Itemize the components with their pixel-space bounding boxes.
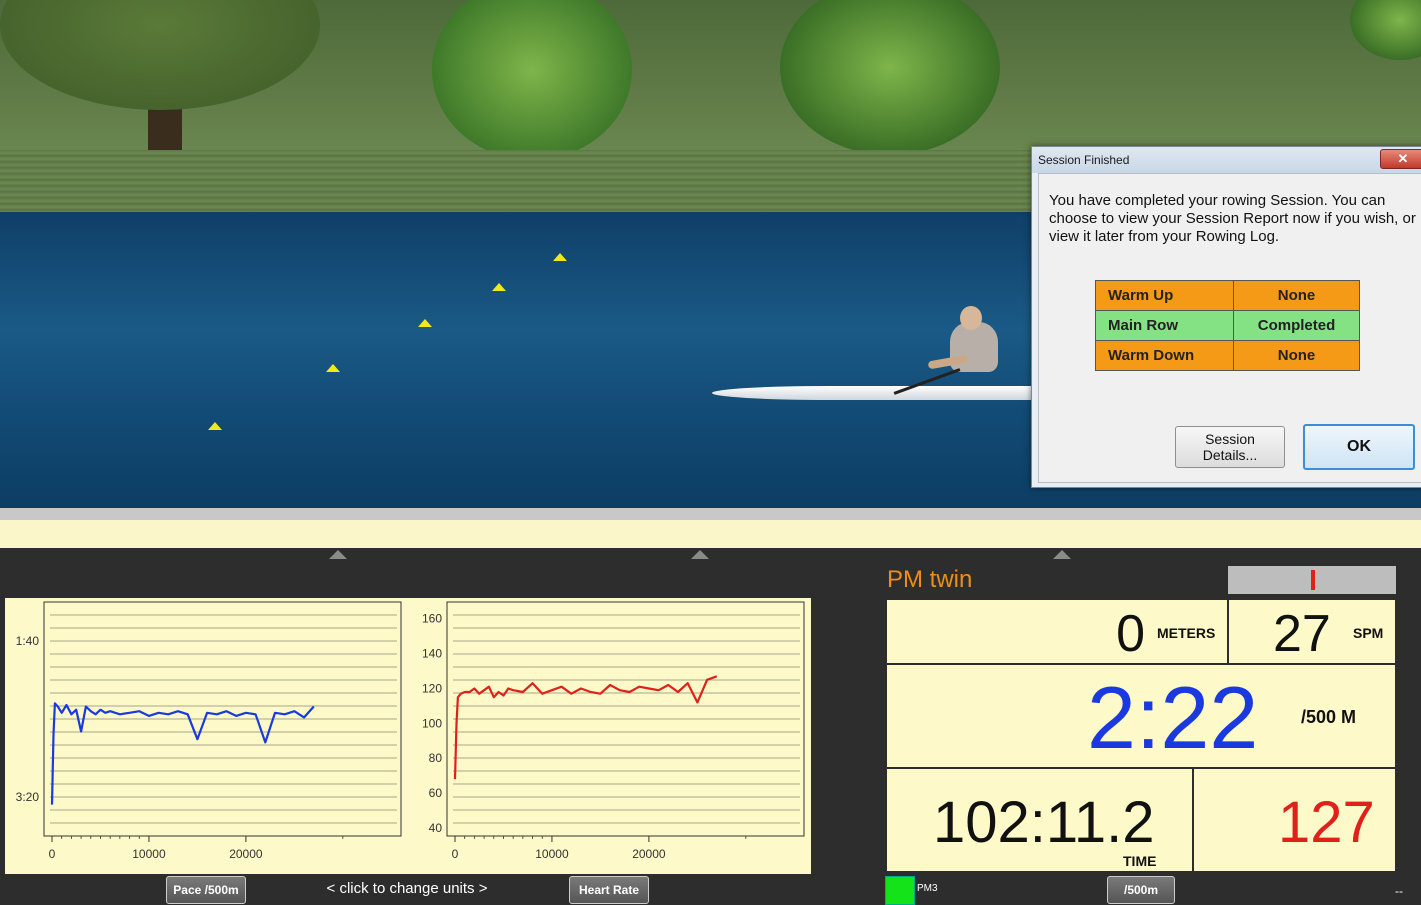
- x-tick-label: 0: [49, 847, 56, 861]
- collapse-arrow-icon[interactable]: [691, 550, 709, 559]
- phase-name: Warm Down: [1095, 340, 1234, 371]
- graphs-svg: 1:40 3:20 0 10000 20000 160 140 120 100 80 60 40 0 10…: [16, 601, 805, 861]
- buoy-marker: [492, 283, 506, 291]
- heart-rate-value: 127: [1278, 790, 1375, 855]
- y-tick-label: 3:20: [16, 790, 40, 804]
- phase-name: Main Row: [1095, 310, 1234, 341]
- phase-status: None: [1233, 340, 1360, 371]
- session-status-table: Warm Up None Main Row Completed Warm Dow…: [1095, 280, 1360, 371]
- collapse-arrow-icon[interactable]: [329, 550, 347, 559]
- y-tick-label: 140: [422, 647, 442, 661]
- close-button[interactable]: ✕: [1380, 149, 1421, 169]
- dialog-body: You have completed your rowing Session. …: [1038, 173, 1421, 483]
- y-tick-label: 100: [422, 716, 442, 730]
- pace-value: 2:22: [1087, 668, 1259, 767]
- phase-status: Completed: [1233, 310, 1360, 341]
- status-row-warm-up: Warm Up None: [1095, 280, 1360, 311]
- x-tick-label: 20000: [229, 847, 263, 861]
- x-tick-label: 20000: [632, 847, 666, 861]
- progress-strip: [0, 520, 1421, 548]
- buoy-marker: [326, 364, 340, 372]
- x-tick-label: 10000: [132, 847, 166, 861]
- dialog-titlebar: Session Finished ✕: [1032, 147, 1421, 173]
- y-tick-label: 120: [422, 681, 442, 695]
- x-tick-label: 10000: [535, 847, 569, 861]
- x-tick-label: 0: [452, 847, 459, 861]
- dialog-message: You have completed your rowing Session. …: [1049, 192, 1416, 245]
- view-divider: [0, 508, 1421, 520]
- status-row-warm-down: Warm Down None: [1095, 340, 1360, 371]
- time-value: 102:11.2: [933, 790, 1155, 855]
- stroke-indicator-marker: [1311, 570, 1315, 590]
- meters-unit: METERS: [1157, 625, 1216, 641]
- buoy-marker: [418, 319, 432, 327]
- collapse-arrow-icon[interactable]: [1053, 550, 1071, 559]
- rower-head: [960, 306, 982, 330]
- y-tick-label: 40: [429, 821, 443, 835]
- graph-area: 1:40 3:20 0 10000 20000 160 140 120 100 80 60 40 0 10…: [5, 598, 811, 874]
- spm-value: 27: [1273, 605, 1331, 663]
- dialog-title: Session Finished: [1038, 153, 1130, 167]
- y-tick-label: 60: [429, 786, 443, 800]
- rowing-boat: [712, 386, 1042, 400]
- meters-cell: 0 METERS: [885, 598, 1229, 665]
- spm-cell: 27 SPM: [1227, 598, 1397, 665]
- ok-button[interactable]: OK: [1303, 424, 1415, 470]
- y-tick-label: 1:40: [16, 634, 40, 648]
- change-units-hint[interactable]: < click to change units >: [300, 880, 514, 897]
- session-details-button[interactable]: Session Details...: [1175, 426, 1285, 468]
- phase-name: Warm Up: [1095, 280, 1234, 311]
- session-finished-dialog: Session Finished ✕ You have completed yo…: [1031, 146, 1421, 488]
- pace-cell: 2:22 /500 M: [885, 663, 1397, 769]
- y-tick-label: 160: [422, 612, 442, 626]
- buoy-marker: [553, 253, 567, 261]
- pm-units-button[interactable]: /500m: [1107, 876, 1175, 904]
- pm3-label: PM3: [917, 883, 938, 894]
- connection-status-led: [885, 876, 915, 905]
- pm-title: PM twin: [887, 566, 973, 593]
- corner-indicator: --: [1395, 884, 1403, 898]
- pace-unit: /500 M: [1301, 707, 1357, 727]
- heart-rate-cell: 127: [1192, 767, 1397, 873]
- phase-status: None: [1233, 280, 1360, 311]
- spm-unit: SPM: [1353, 625, 1384, 641]
- buoy-marker: [208, 422, 222, 430]
- time-unit: TIME: [1123, 853, 1157, 869]
- y-tick-label: 80: [429, 751, 443, 765]
- status-row-main-row: Main Row Completed: [1095, 310, 1360, 341]
- heart-rate-button[interactable]: Heart Rate: [569, 876, 649, 904]
- session-details-label: Session Details...: [1202, 431, 1258, 463]
- meters-value: 0: [1116, 605, 1145, 663]
- time-cell: 102:11.2 TIME: [885, 767, 1194, 873]
- pace-units-button[interactable]: Pace /500m: [166, 876, 246, 904]
